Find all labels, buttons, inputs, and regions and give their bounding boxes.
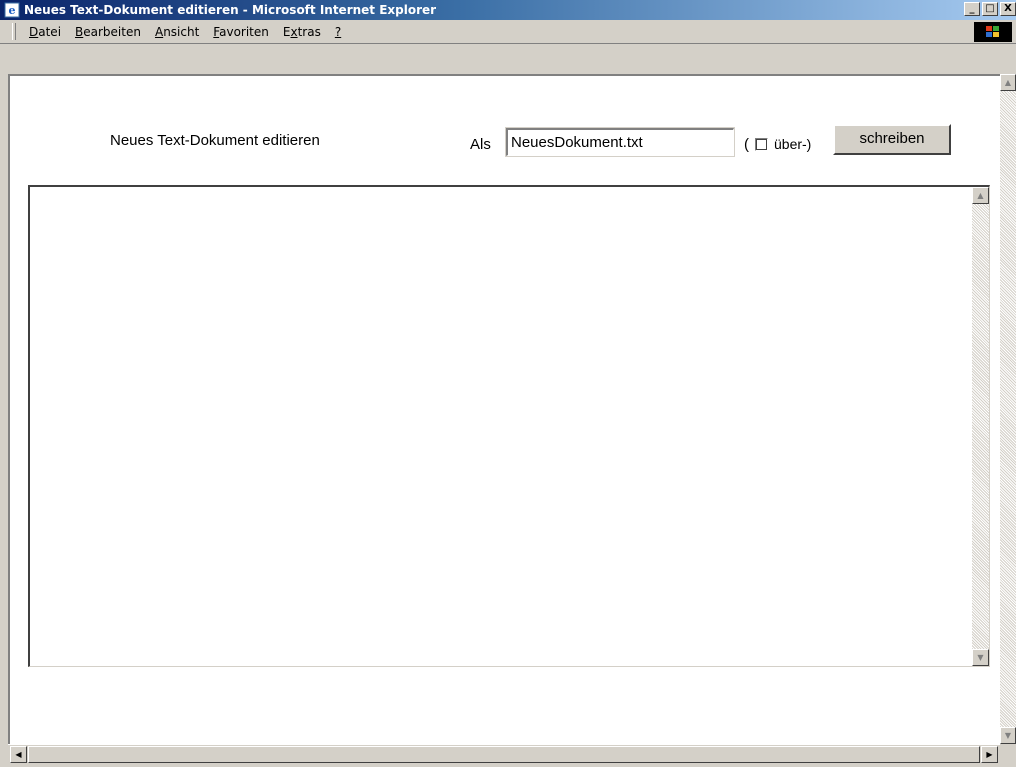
write-button[interactable]: schreiben: [833, 124, 951, 155]
toolbar-grip[interactable]: [12, 23, 16, 40]
overwrite-label: über-): [774, 136, 812, 152]
close-button[interactable]: X: [1000, 2, 1016, 16]
menu-item-bearbeiten[interactable]: Bearbeiten: [68, 21, 148, 43]
close-icon: X: [1004, 3, 1012, 14]
page-scrollbar-horizontal[interactable]: ◀ ▶: [8, 744, 1000, 767]
overwrite-checkbox[interactable]: [755, 138, 768, 151]
left-arrow-icon[interactable]: ◀: [10, 746, 27, 763]
page-heading: Neues Text-Dokument editieren: [110, 132, 320, 149]
window-controls: _ □ X: [962, 2, 1016, 18]
page-scrollbar-vertical[interactable]: ▲ ▼: [1000, 74, 1016, 744]
window-title: Neues Text-Dokument editieren - Microsof…: [24, 3, 437, 17]
menu-item-help[interactable]: ?: [328, 21, 348, 43]
text-editor[interactable]: ▲ ▼: [28, 185, 990, 667]
menu-item-favoriten[interactable]: Favoriten: [206, 21, 276, 43]
filename-input[interactable]: [505, 127, 735, 157]
hscroll-thumb[interactable]: [28, 746, 980, 763]
menu-items: Datei Bearbeiten Ansicht Favoriten Extras?: [22, 20, 348, 44]
menu-item-ansicht[interactable]: Ansicht: [148, 21, 206, 43]
menu-bar: Datei Bearbeiten Ansicht Favoriten Extras?: [0, 20, 1016, 44]
right-arrow-icon[interactable]: ▶: [981, 746, 998, 763]
title-bar[interactable]: e Neues Text-Dokument editieren - Micros…: [0, 0, 1016, 20]
menu-item-datei[interactable]: Datei: [22, 21, 68, 43]
minimize-button[interactable]: _: [964, 2, 980, 16]
page-up-arrow-icon[interactable]: ▲: [1000, 74, 1016, 91]
paren-open: (: [744, 136, 749, 153]
up-arrow-icon[interactable]: ▲: [972, 187, 989, 204]
menu-item-extras[interactable]: Extras: [276, 21, 328, 43]
scroll-corner: [1000, 744, 1016, 767]
browser-window: e Neues Text-Dokument editieren - Micros…: [0, 0, 1016, 767]
editor-text[interactable]: [30, 187, 970, 665]
page-down-arrow-icon[interactable]: ▼: [1000, 727, 1016, 744]
windows-flag-icon: [986, 26, 999, 37]
throbber: [974, 22, 1012, 42]
als-label: Als: [470, 136, 491, 153]
ie-page-icon: e: [4, 2, 20, 18]
down-arrow-icon[interactable]: ▼: [972, 649, 989, 666]
toolbar-spacer: [0, 44, 1016, 74]
maximize-icon: □: [985, 3, 995, 14]
window-left-edge: [0, 74, 8, 767]
svg-text:e: e: [9, 4, 16, 17]
editor-scrollbar[interactable]: ▲ ▼: [972, 187, 989, 666]
page-content: Neues Text-Dokument editieren Als ( über…: [8, 74, 1000, 744]
maximize-button[interactable]: □: [982, 2, 998, 16]
minimize-icon: _: [969, 3, 975, 14]
